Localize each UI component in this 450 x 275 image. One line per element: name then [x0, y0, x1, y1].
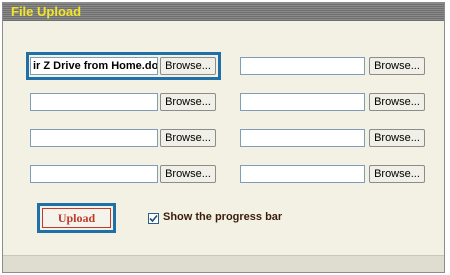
panel-footer: [3, 255, 444, 272]
file-input-3[interactable]: [30, 93, 158, 111]
browse-button-7[interactable]: Browse...: [160, 165, 216, 183]
file-upload-panel: File Upload ir Z Drive from Home.doc Bro…: [2, 2, 445, 273]
file-input-6[interactable]: [240, 129, 365, 147]
file-input-2[interactable]: [240, 57, 365, 75]
browse-button-1[interactable]: Browse...: [160, 57, 216, 75]
browse-button-3[interactable]: Browse...: [160, 93, 216, 111]
panel-titlebar: File Upload: [3, 3, 444, 21]
file-input-5[interactable]: [30, 129, 158, 147]
file-input-8[interactable]: [240, 165, 365, 183]
browse-button-2[interactable]: Browse...: [369, 57, 425, 75]
progress-bar-label: Show the progress bar: [163, 211, 283, 223]
panel-title: File Upload: [11, 4, 82, 19]
file-input-4[interactable]: [240, 93, 365, 111]
file-input-1[interactable]: ir Z Drive from Home.doc: [30, 57, 158, 75]
checkmark-icon: [149, 214, 158, 223]
browse-button-8[interactable]: Browse...: [369, 165, 425, 183]
upload-button[interactable]: Upload: [42, 208, 111, 228]
browse-button-4[interactable]: Browse...: [369, 93, 425, 111]
browse-button-6[interactable]: Browse...: [369, 129, 425, 147]
browse-button-5[interactable]: Browse...: [160, 129, 216, 147]
file-input-7[interactable]: [30, 165, 158, 183]
progress-bar-checkbox[interactable]: [148, 213, 159, 224]
